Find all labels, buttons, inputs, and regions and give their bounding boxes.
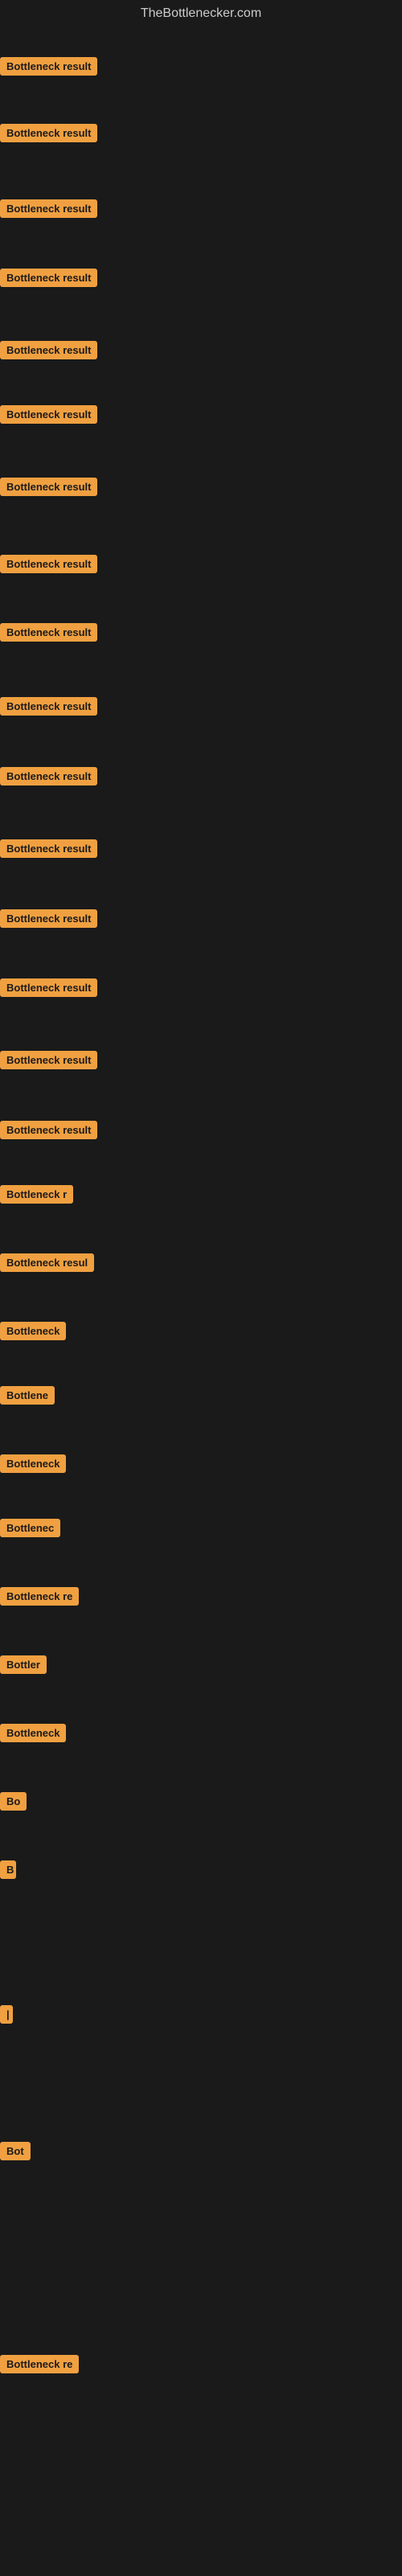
bottleneck-badge: Bottleneck result — [0, 767, 97, 786]
bottleneck-badge: Bottleneck result — [0, 341, 97, 359]
bottleneck-badge: Bottleneck resul — [0, 1253, 94, 1272]
bottleneck-result-item: Bottleneck result — [0, 697, 97, 720]
bottleneck-result-item: Bottleneck result — [0, 623, 97, 646]
bottleneck-result-item: Bottleneck r — [0, 1185, 73, 1208]
bottleneck-result-item: Bottlenec — [0, 1519, 60, 1541]
bottleneck-result-item: Bottleneck result — [0, 839, 97, 862]
bottleneck-result-item: B — [0, 1860, 16, 1883]
bottleneck-badge: Bottleneck re — [0, 2355, 79, 2373]
bottleneck-badge: Bottleneck result — [0, 478, 97, 496]
bottleneck-badge: Bottleneck result — [0, 978, 97, 997]
bottleneck-badge: Bottleneck — [0, 1454, 66, 1473]
bottleneck-result-item: Bottleneck — [0, 1322, 66, 1344]
bottleneck-result-item: Bottleneck — [0, 1454, 66, 1477]
bottleneck-badge: Bottleneck result — [0, 1121, 97, 1139]
bottleneck-result-item: Bottler — [0, 1655, 47, 1678]
bottleneck-badge: Bottleneck result — [0, 405, 97, 424]
bottleneck-badge: Bottleneck result — [0, 57, 97, 76]
bottleneck-badge: Bottler — [0, 1655, 47, 1674]
bottleneck-badge: Bottleneck r — [0, 1185, 73, 1204]
bottleneck-badge: Bot — [0, 2142, 31, 2160]
bottleneck-badge: Bottleneck result — [0, 1051, 97, 1069]
bottleneck-badge: Bottleneck result — [0, 199, 97, 218]
bottleneck-badge: Bottleneck result — [0, 269, 97, 287]
bottleneck-badge: Bottleneck result — [0, 124, 97, 142]
bottleneck-result-item: Bottleneck result — [0, 555, 97, 577]
bottleneck-result-item: Bottleneck result — [0, 341, 97, 363]
bottleneck-result-item: Bottleneck re — [0, 2355, 79, 2377]
bottleneck-badge: Bottleneck result — [0, 555, 97, 573]
site-title: TheBottlenecker.com — [0, 0, 402, 27]
bottleneck-result-item: | — [0, 2005, 13, 2028]
bottleneck-badge: Bottleneck result — [0, 839, 97, 858]
bottleneck-result-item: Bottlene — [0, 1386, 55, 1409]
bottleneck-badge: B — [0, 1860, 16, 1879]
bottleneck-result-item: Bottleneck result — [0, 1121, 97, 1143]
bottleneck-badge: Bottleneck result — [0, 623, 97, 642]
bottleneck-badge: Bottlenec — [0, 1519, 60, 1537]
bottleneck-result-item: Bottleneck result — [0, 767, 97, 790]
bottleneck-result-item: Bottleneck result — [0, 199, 97, 222]
bottleneck-badge: Bottleneck re — [0, 1587, 79, 1606]
bottleneck-result-item: Bottleneck result — [0, 978, 97, 1001]
bottleneck-result-item: Bottleneck resul — [0, 1253, 94, 1276]
bottleneck-badge: Bottlene — [0, 1386, 55, 1405]
bottleneck-result-item: Bottleneck result — [0, 1051, 97, 1073]
bottleneck-badge: Bottleneck result — [0, 909, 97, 928]
bottleneck-result-item: Bottleneck result — [0, 405, 97, 428]
bottleneck-badge: Bo — [0, 1792, 27, 1811]
bottleneck-result-item: Bottleneck result — [0, 57, 97, 80]
bottleneck-badge: | — [0, 2005, 13, 2024]
bottleneck-result-item: Bo — [0, 1792, 27, 1815]
bottleneck-result-item: Bot — [0, 2142, 31, 2164]
bottleneck-result-item: Bottleneck result — [0, 478, 97, 500]
bottleneck-result-item: Bottleneck — [0, 1724, 66, 1746]
bottleneck-badge: Bottleneck result — [0, 697, 97, 716]
bottleneck-result-item: Bottleneck result — [0, 124, 97, 146]
bottleneck-result-item: Bottleneck result — [0, 269, 97, 291]
bottleneck-result-item: Bottleneck result — [0, 909, 97, 932]
bottleneck-badge: Bottleneck — [0, 1724, 66, 1742]
bottleneck-result-item: Bottleneck re — [0, 1587, 79, 1610]
bottleneck-badge: Bottleneck — [0, 1322, 66, 1340]
